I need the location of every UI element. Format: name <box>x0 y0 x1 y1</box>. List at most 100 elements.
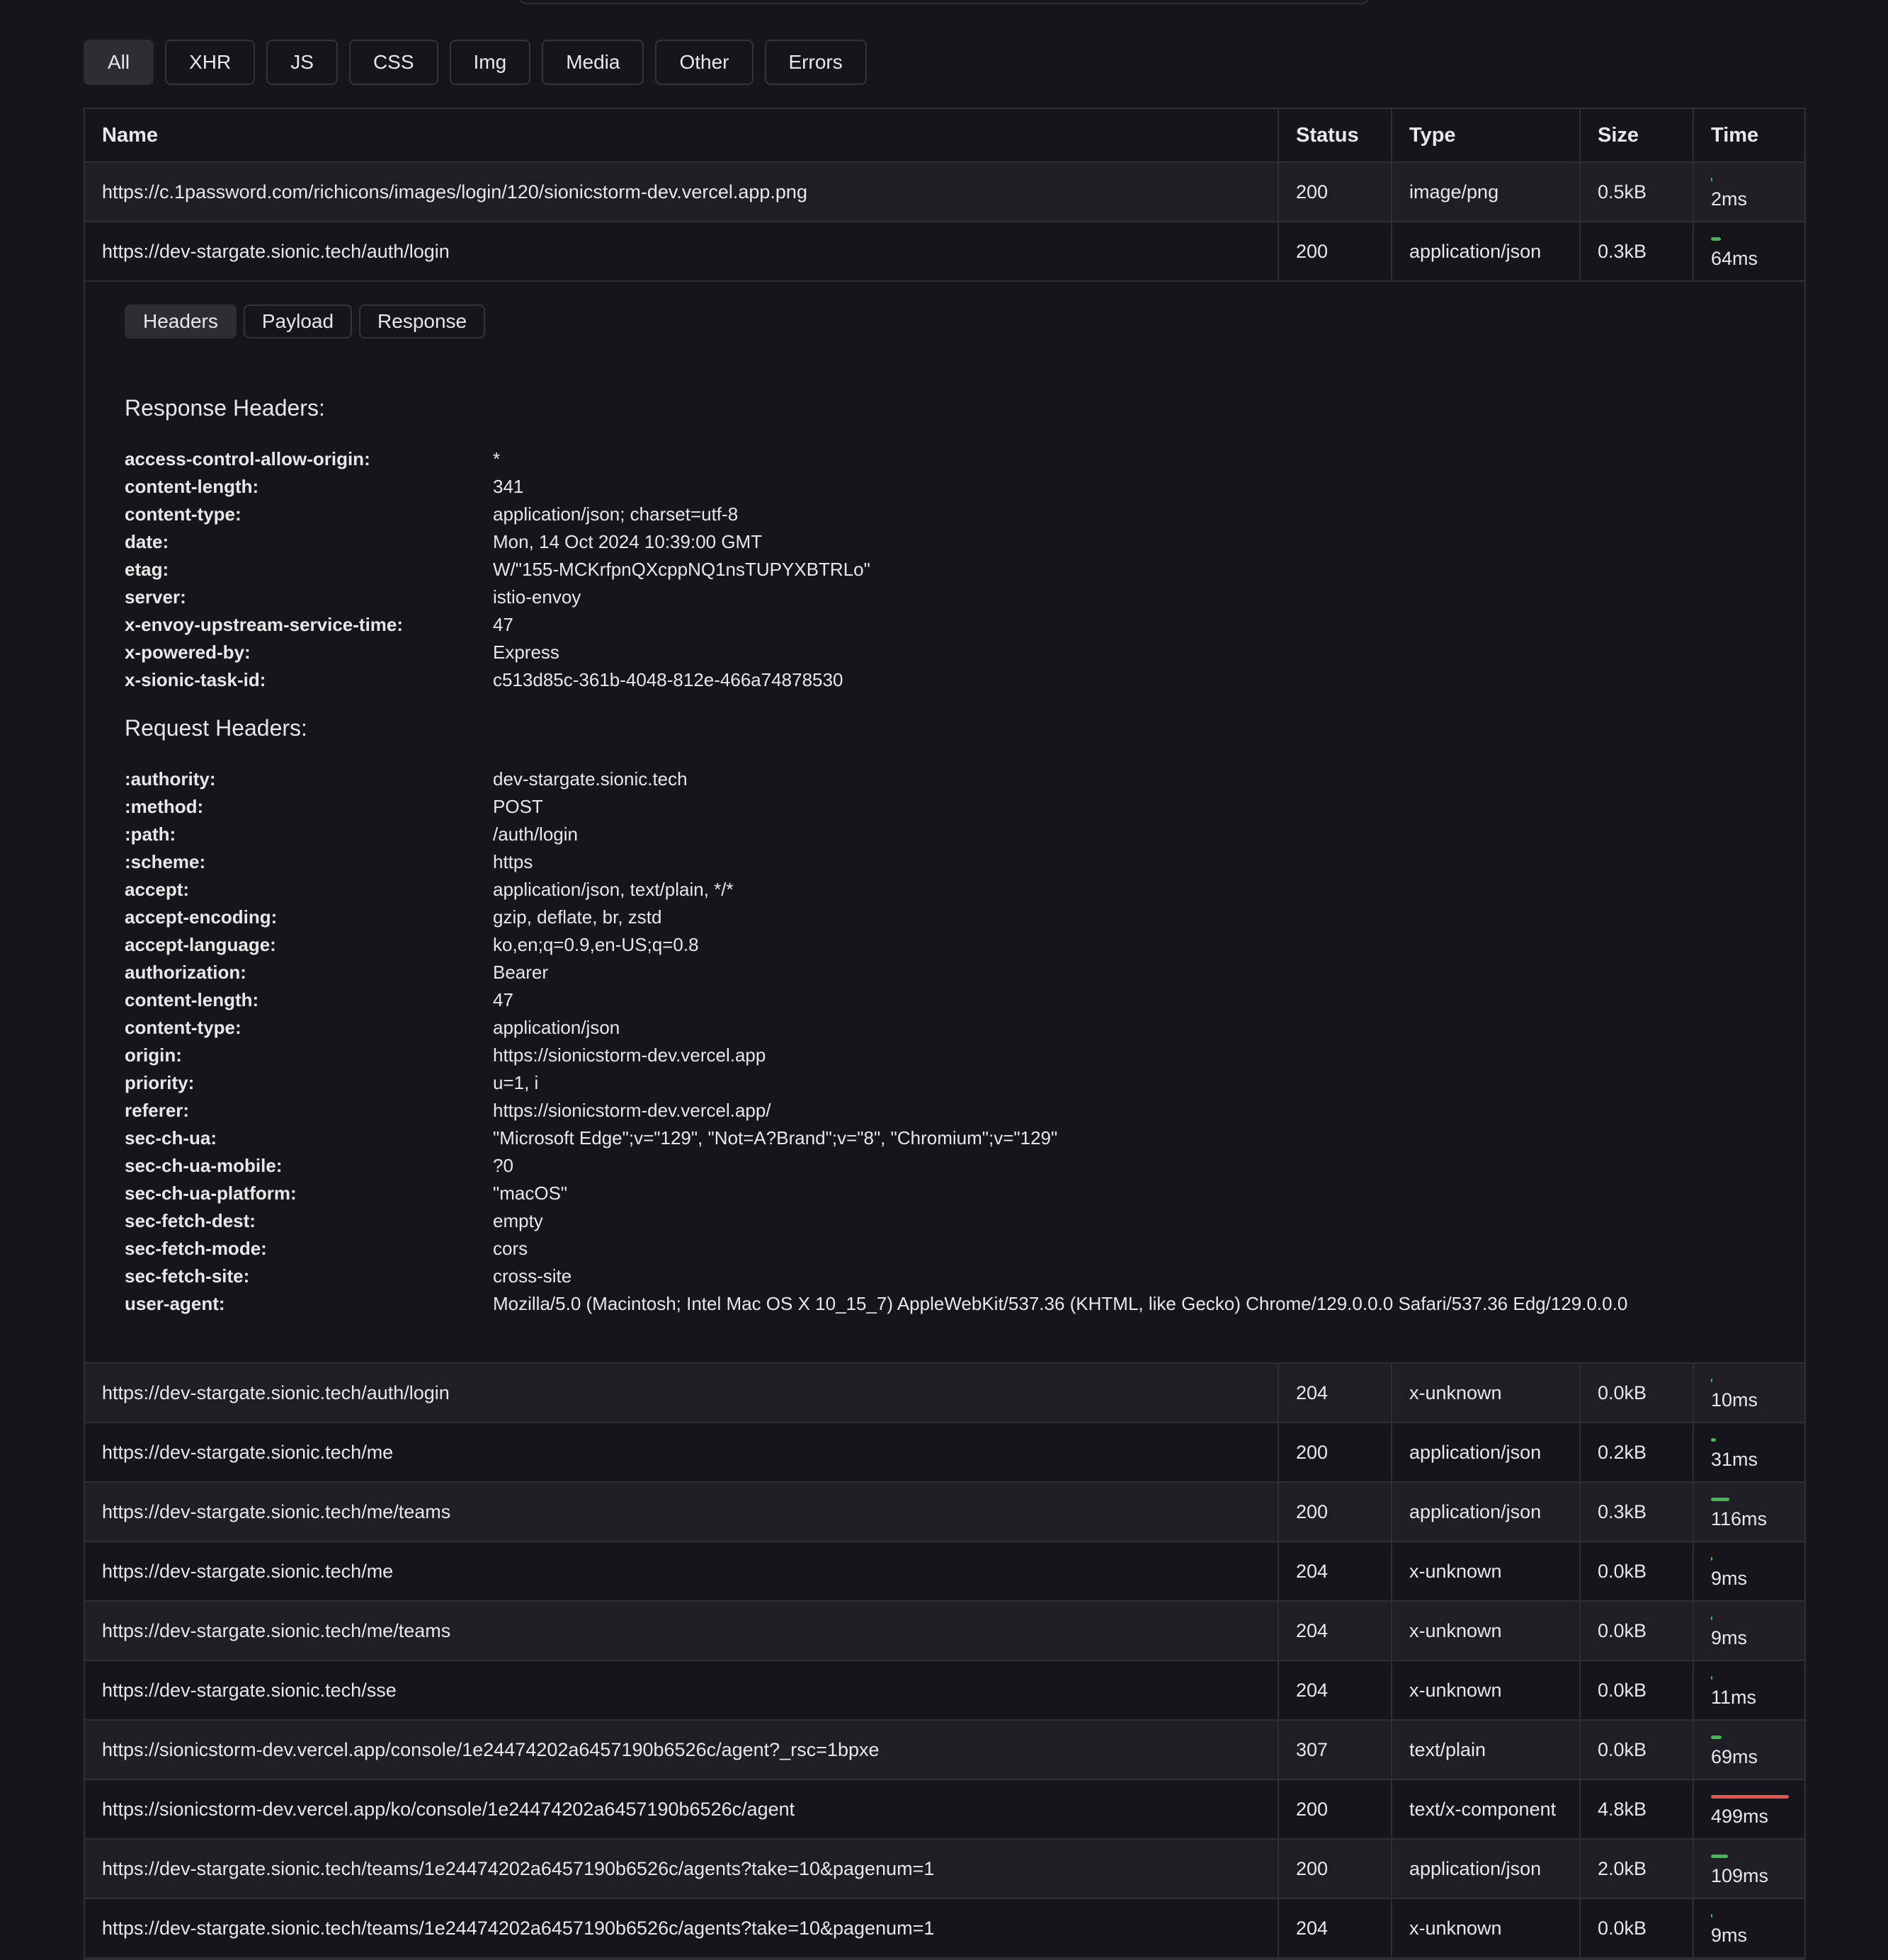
table-row[interactable]: https://c.1password.com/richicons/images… <box>85 163 1804 222</box>
header-value: application/json; charset=utf-8 <box>493 503 739 525</box>
header-value: cross-site <box>493 1265 572 1287</box>
header-value: empty <box>493 1210 543 1231</box>
request-status: 307 <box>1279 1721 1392 1779</box>
column-header-time[interactable]: Time <box>1694 109 1804 161</box>
request-header-row: accept-encoding: gzip, deflate, br, zstd <box>125 904 1765 931</box>
timing-bar <box>1711 1498 1729 1501</box>
response-header-row: access-control-allow-origin: * <box>125 445 1765 473</box>
column-header-name[interactable]: Name <box>85 109 1279 161</box>
timing-bar <box>1711 1557 1712 1561</box>
table-row[interactable]: https://dev-stargate.sionic.tech/sse 204 x… <box>85 1661 1804 1721</box>
request-time-label: 11ms <box>1711 1687 1757 1708</box>
response-header-row: content-length: 341 <box>125 473 1765 501</box>
filter-img-button[interactable]: Img <box>449 40 531 85</box>
table-row[interactable]: https://dev-stargate.sionic.tech/me/team… <box>85 1483 1804 1542</box>
header-value: 47 <box>493 614 513 635</box>
request-header-row: content-type: application/json <box>125 1014 1765 1042</box>
header-value: "Microsoft Edge";v="129", "Not=A?Brand";… <box>493 1127 1058 1149</box>
header-value: "macOS" <box>493 1183 568 1204</box>
filter-all-button[interactable]: All <box>84 40 154 85</box>
header-value: 47 <box>493 989 513 1010</box>
header-name: sec-ch-ua-mobile: <box>125 1155 283 1176</box>
filter-js-button[interactable]: JS <box>266 40 338 85</box>
request-status: 200 <box>1279 1840 1392 1898</box>
table-row[interactable]: https://dev-stargate.sionic.tech/auth/lo… <box>85 1364 1804 1423</box>
table-row[interactable]: https://dev-stargate.sionic.tech/teams/1… <box>85 1899 1804 1959</box>
filter-errors-button[interactable]: Errors <box>764 40 867 85</box>
timing-bar <box>1711 1617 1712 1620</box>
response-header-row: x-powered-by: Express <box>125 639 1765 666</box>
column-header-size[interactable]: Size <box>1581 109 1694 161</box>
header-value: https://sionicstorm-dev.vercel.app/ <box>493 1100 771 1121</box>
table-row[interactable]: https://sionicstorm-dev.vercel.app/ko/co… <box>85 1780 1804 1840</box>
tab-response[interactable]: Response <box>359 304 486 338</box>
request-header-row: :scheme: https <box>125 848 1765 876</box>
header-name: sec-ch-ua: <box>125 1127 217 1149</box>
request-detail-panel: Headers Payload Response Response Headers:… <box>85 282 1804 1364</box>
request-status: 204 <box>1279 1661 1392 1719</box>
column-header-status[interactable]: Status <box>1279 109 1392 161</box>
table-row[interactable]: https://dev-stargate.sionic.tech/me/team… <box>85 1602 1804 1661</box>
filter-other-button[interactable]: Other <box>655 40 754 85</box>
header-value: dev-stargate.sionic.tech <box>493 768 688 790</box>
request-status: 200 <box>1279 1780 1392 1838</box>
header-value: Bearer <box>493 962 549 983</box>
header-name: accept-encoding: <box>125 906 278 928</box>
request-type: application/json <box>1392 1423 1581 1481</box>
request-url: https://dev-stargate.sionic.tech/auth/lo… <box>85 1364 1279 1422</box>
header-name: sec-fetch-dest: <box>125 1210 256 1231</box>
header-name: x-powered-by: <box>125 642 251 663</box>
request-header-row: :method: POST <box>125 793 1765 821</box>
header-name: origin: <box>125 1044 182 1066</box>
request-url: https://dev-stargate.sionic.tech/me <box>85 1542 1279 1600</box>
response-header-row: x-envoy-upstream-service-time: 47 <box>125 611 1765 639</box>
header-name: sec-ch-ua-platform: <box>125 1183 297 1204</box>
tab-payload[interactable]: Payload <box>243 304 353 338</box>
request-status: 204 <box>1279 1542 1392 1600</box>
request-url: https://dev-stargate.sionic.tech/me/team… <box>85 1483 1279 1541</box>
search-field-edge[interactable] <box>517 0 1371 4</box>
header-name: content-type: <box>125 503 241 525</box>
request-header-row: user-agent: Mozilla/5.0 (Macintosh; Intel… <box>125 1290 1765 1318</box>
request-status: 204 <box>1279 1364 1392 1422</box>
header-value: cors <box>493 1238 528 1259</box>
filter-media-button[interactable]: Media <box>542 40 644 85</box>
header-name: content-length: <box>125 476 259 497</box>
request-url: https://dev-stargate.sionic.tech/sse <box>85 1661 1279 1719</box>
request-time: 9ms <box>1694 1899 1804 1957</box>
filter-xhr-button[interactable]: XHR <box>165 40 256 85</box>
table-row[interactable]: https://dev-stargate.sionic.tech/auth/lo… <box>85 222 1804 282</box>
response-headers-list: access-control-allow-origin: * content-len… <box>125 445 1765 694</box>
table-row[interactable]: https://dev-stargate.sionic.tech/teams/1… <box>85 1840 1804 1899</box>
column-header-type[interactable]: Type <box>1392 109 1581 161</box>
request-header-row: sec-ch-ua: "Microsoft Edge";v="129", "Not… <box>125 1124 1765 1152</box>
request-time: 10ms <box>1694 1364 1804 1422</box>
timing-bar <box>1711 1736 1722 1739</box>
header-name: :authority: <box>125 768 216 790</box>
timing-bar <box>1711 237 1721 241</box>
table-row[interactable]: https://dev-stargate.sionic.tech/me 204 x-… <box>85 1542 1804 1602</box>
request-size: 0.0kB <box>1581 1721 1694 1779</box>
header-value: c513d85c-361b-4048-812e-466a74878530 <box>493 669 843 690</box>
request-url: https://sionicstorm-dev.vercel.app/ko/co… <box>85 1780 1279 1838</box>
header-name: content-length: <box>125 989 259 1010</box>
header-value: gzip, deflate, br, zstd <box>493 906 662 928</box>
request-url: https://sionicstorm-dev.vercel.app/conso… <box>85 1721 1279 1779</box>
table-row[interactable]: https://sionicstorm-dev.vercel.app/conso… <box>85 1721 1804 1780</box>
request-type: application/json <box>1392 1840 1581 1898</box>
request-header-row: origin: https://sionicstorm-dev.vercel.ap… <box>125 1042 1765 1069</box>
header-name: priority: <box>125 1072 195 1093</box>
request-size: 0.0kB <box>1581 1661 1694 1719</box>
header-name: server: <box>125 586 186 608</box>
tab-headers[interactable]: Headers <box>125 304 237 338</box>
request-type: x-unknown <box>1392 1602 1581 1660</box>
header-name: x-envoy-upstream-service-time: <box>125 614 404 635</box>
detail-tabs: Headers Payload Response <box>125 304 1765 338</box>
header-name: :method: <box>125 796 204 817</box>
table-row[interactable]: https://dev-stargate.sionic.tech/me 200 ap… <box>85 1423 1804 1483</box>
request-size: 0.0kB <box>1581 1899 1694 1957</box>
header-name: referer: <box>125 1100 190 1121</box>
filter-css-button[interactable]: CSS <box>348 40 438 85</box>
request-size: 0.0kB <box>1581 1602 1694 1660</box>
request-header-row: accept: application/json, text/plain, */* <box>125 876 1765 904</box>
